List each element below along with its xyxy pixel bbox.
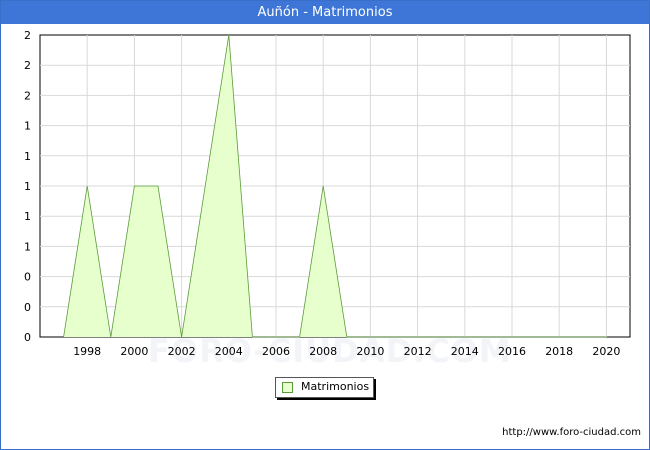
y-tick-label: 1 xyxy=(24,180,31,193)
x-tick-label: 2020 xyxy=(592,345,620,358)
y-tick-label: 2 xyxy=(24,29,31,42)
legend: Matrimonios xyxy=(275,377,374,398)
legend-label: Matrimonios xyxy=(301,380,370,393)
y-tick-label: 0 xyxy=(24,301,31,314)
y-tick-label: 0 xyxy=(24,331,31,344)
y-tick-label: 0 xyxy=(24,271,31,284)
source-url: http://www.foro-ciudad.com xyxy=(502,427,641,438)
x-tick-label: 2018 xyxy=(545,345,573,358)
x-tick-label: 2010 xyxy=(356,345,384,358)
x-tick-label: 2002 xyxy=(168,345,196,358)
y-tick-label: 1 xyxy=(24,150,31,163)
x-tick-label: 2006 xyxy=(262,345,290,358)
y-tick-label: 2 xyxy=(24,59,31,72)
y-tick-label: 1 xyxy=(24,240,31,253)
y-axis-ticks: 0 0 0 1 1 1 1 1 2 2 2 xyxy=(24,29,31,344)
y-tick-label: 2 xyxy=(24,89,31,102)
x-tick-label: 2016 xyxy=(498,345,526,358)
y-tick-label: 1 xyxy=(24,120,31,133)
legend-swatch-icon xyxy=(282,382,293,393)
x-tick-label: 2014 xyxy=(451,345,479,358)
x-tick-label: 1998 xyxy=(73,345,101,358)
x-tick-label: 2000 xyxy=(120,345,148,358)
x-tick-label: 2004 xyxy=(215,345,243,358)
x-tick-label: 2012 xyxy=(404,345,432,358)
x-axis-ticks: 1998 2000 2002 2004 2006 2008 2010 2012 2014 2016… xyxy=(73,345,620,358)
x-tick-label: 2008 xyxy=(309,345,337,358)
y-tick-label: 1 xyxy=(24,210,31,223)
